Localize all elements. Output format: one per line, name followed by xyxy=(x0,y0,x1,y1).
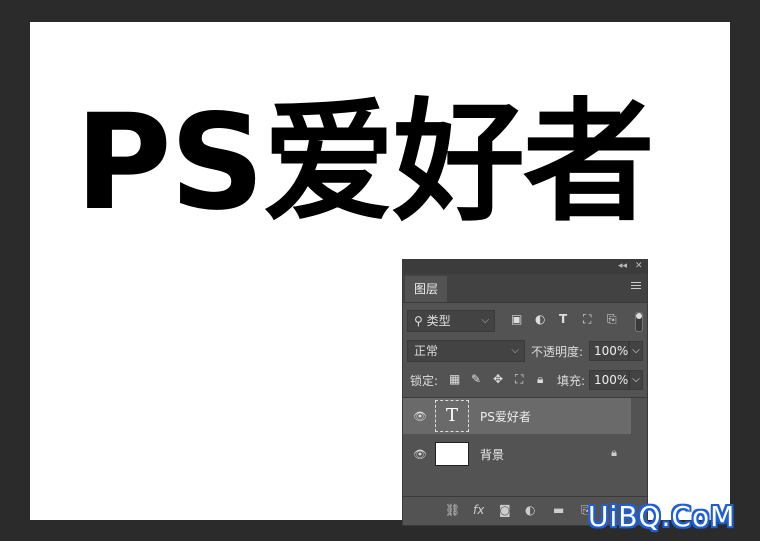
collapse-icon[interactable]: ◂◂ xyxy=(618,261,627,271)
tab-layers[interactable]: 图层 xyxy=(405,276,448,302)
lock-image-icon[interactable]: ✎ xyxy=(471,372,481,386)
opacity-input[interactable]: 100% xyxy=(589,341,629,361)
type-filter-icon[interactable]: T xyxy=(559,312,567,326)
lock-all-icon[interactable]: 🔒︎ xyxy=(537,372,543,387)
layers-panel: ◂◂ ✕ 图层 ⚲ 类型 ⌵ ▣ ◐ T ⛶ ⎘ 正常 ⌵ 不透明度: 100%… xyxy=(402,259,648,526)
opacity-chevron-icon[interactable]: ⌵ xyxy=(629,341,643,361)
layer-row-text[interactable]: 👁︎ T PS爱好者 xyxy=(403,398,631,434)
filter-kind-value: 类型 xyxy=(426,314,451,328)
watermark-logo: UiBQ.CoM xyxy=(588,500,736,533)
fill-chevron-icon[interactable]: ⌵ xyxy=(629,370,643,390)
adjustment-layer-icon[interactable]: ◐ xyxy=(525,503,535,517)
lock-row: 锁定: ▦ ✎ ✥ ⛶ 🔒︎ 填充: 100% ⌵ xyxy=(407,370,643,392)
filter-kind-dropdown[interactable]: ⚲ 类型 ⌵ xyxy=(407,310,495,332)
link-layers-icon[interactable]: ⛓ xyxy=(445,503,460,517)
layer-row-background[interactable]: 👁︎ 背景 🔒︎ xyxy=(403,436,631,472)
background-layer-thumbnail xyxy=(435,442,469,466)
text-layer-thumbnail: T xyxy=(435,400,469,432)
chevron-down-icon: ⌵ xyxy=(511,345,519,356)
filter-row: ⚲ 类型 ⌵ ▣ ◐ T ⛶ ⎘ xyxy=(407,310,643,334)
adjustment-filter-icon[interactable]: ◐ xyxy=(535,312,545,326)
eye-icon[interactable]: 👁︎ xyxy=(413,410,427,423)
new-group-icon[interactable]: ▬ xyxy=(553,503,564,517)
panel-menu-icon[interactable] xyxy=(631,282,641,291)
fx-icon[interactable]: fx xyxy=(473,503,484,517)
layer-name[interactable]: 背景 xyxy=(480,446,504,463)
fill-input[interactable]: 100% xyxy=(589,370,629,390)
lock-artboard-icon[interactable]: ⛶ xyxy=(515,372,523,387)
blend-mode-dropdown[interactable]: 正常 ⌵ xyxy=(407,340,525,362)
shape-filter-icon[interactable]: ⛶ xyxy=(583,312,591,327)
filter-toggle[interactable] xyxy=(635,312,643,332)
lock-icon: 🔒︎ xyxy=(611,446,617,459)
blend-mode-value: 正常 xyxy=(414,344,439,358)
eye-icon[interactable]: 👁︎ xyxy=(413,448,427,461)
layers-list: 👁︎ T PS爱好者 👁︎ 背景 🔒︎ xyxy=(403,397,647,498)
chevron-down-icon: ⌵ xyxy=(481,315,489,326)
lock-label: 锁定: xyxy=(410,374,439,388)
search-icon: ⚲ xyxy=(414,314,423,328)
panel-tabs: 图层 xyxy=(403,274,647,303)
close-icon[interactable]: ✕ xyxy=(635,261,643,271)
canvas-text-layer: PS爱好者 xyxy=(75,86,655,240)
smart-object-filter-icon[interactable]: ⎘ xyxy=(607,312,617,327)
panel-titlebar: ◂◂ ✕ xyxy=(403,260,647,274)
layer-name[interactable]: PS爱好者 xyxy=(480,408,531,425)
opacity-label: 不透明度: xyxy=(531,345,584,359)
fill-label: 填充: xyxy=(557,374,586,388)
add-mask-icon[interactable]: ◙ xyxy=(499,503,511,517)
lock-position-icon[interactable]: ✥ xyxy=(493,372,503,386)
lock-transparent-icon[interactable]: ▦ xyxy=(449,372,460,386)
blend-row: 正常 ⌵ 不透明度: 100% ⌵ xyxy=(407,340,643,364)
image-filter-icon[interactable]: ▣ xyxy=(511,312,522,326)
